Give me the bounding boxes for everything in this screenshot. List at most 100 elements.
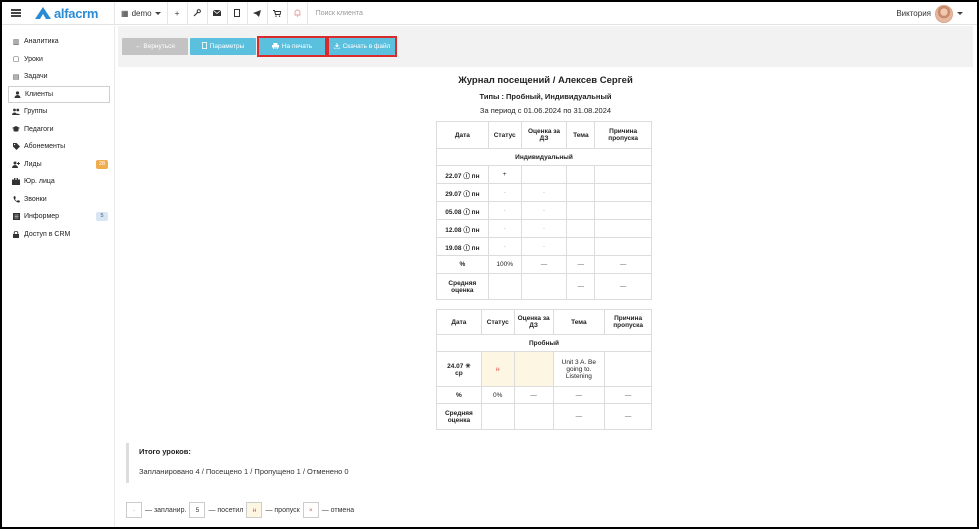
top-bar: alfacrm ▦ demo + Поиск клиента Виктория	[2, 2, 977, 25]
branch-label: demo	[131, 8, 152, 18]
sidebar-item-informer[interactable]: Информер 5	[2, 208, 114, 226]
user-icon	[13, 90, 21, 98]
percent-label: %	[436, 386, 482, 404]
cart-icon[interactable]	[268, 2, 287, 25]
table-row: 29.07 ⓘ пн - -	[436, 183, 652, 202]
calendar-icon: ▢	[12, 56, 20, 64]
sidebar-item-label: Уроки	[24, 55, 43, 63]
table-row: 05.08 ⓘ пн - -	[436, 201, 652, 220]
user-name: Виктория	[896, 9, 931, 18]
summary-title: Итого уроков:	[139, 447, 191, 456]
dash: —	[566, 255, 596, 274]
sidebar-item-subscriptions[interactable]: Абонементы	[2, 138, 114, 156]
back-button[interactable]: ← Вернуться	[122, 38, 188, 55]
legend-cancelled-label: — отмена	[321, 506, 355, 514]
sidebar-item-label: Информер	[24, 213, 60, 221]
branch-selector[interactable]: ▦ demo	[115, 2, 167, 25]
sidebar-item-lessons[interactable]: ▢ Уроки	[2, 51, 114, 69]
col-header-homework: Оценка за ДЗ	[520, 121, 568, 149]
topic-cell	[566, 165, 596, 184]
parameters-button-label: Параметры	[209, 43, 245, 50]
user-menu[interactable]: Виктория	[896, 2, 963, 25]
plus-icon[interactable]: +	[168, 2, 187, 25]
homework-cell: -	[520, 219, 568, 238]
reason-cell	[594, 183, 652, 202]
chevron-down-icon	[154, 11, 161, 15]
sidebar-item-teachers[interactable]: Педагоги	[2, 121, 114, 139]
topic-cell	[566, 219, 596, 238]
lesson-date: 22.07	[445, 172, 462, 180]
percent-value: 0%	[480, 386, 515, 404]
info-icon[interactable]: ⓘ	[463, 227, 470, 234]
envelope-icon[interactable]	[208, 2, 227, 25]
chart-icon: ▥	[12, 38, 20, 46]
sidebar-item-calls[interactable]: Звонки	[2, 191, 114, 209]
search-input[interactable]: Поиск клиента	[308, 2, 363, 25]
percent-row: % 0% — — —	[436, 386, 652, 404]
status-cell[interactable]: -	[487, 201, 522, 220]
menu-icon[interactable]	[2, 2, 30, 25]
sidebar-item-label: Задачи	[24, 73, 48, 81]
report-content: Журнал посещений / Алексев Сергей Типы :…	[118, 67, 973, 527]
sidebar-item-analytics[interactable]: ▥ Аналитика	[2, 33, 114, 51]
info-icon[interactable]: ⓘ	[463, 173, 470, 180]
info-icon[interactable]: ⓘ	[463, 209, 470, 216]
lesson-day: пн	[471, 208, 480, 216]
reason-cell	[594, 201, 652, 220]
sidebar-item-leads[interactable]: Лиды 28	[2, 156, 114, 174]
parameters-button[interactable]: Параметры	[190, 38, 256, 55]
print-button[interactable]: На печать	[259, 38, 325, 55]
sidebar-item-label: Аналитика	[24, 38, 59, 46]
table-row: 22.07 ⓘ пн +	[436, 165, 652, 184]
lock-icon	[12, 230, 20, 238]
logo-text: alfacrm	[54, 5, 99, 21]
document-icon	[201, 42, 207, 51]
sidebar-item-legal-entities[interactable]: Юр. лица	[2, 173, 114, 191]
asterisk-icon[interactable]: ✳	[465, 363, 470, 370]
toolbar: ← Вернуться Параметры На печать Скачать …	[118, 26, 973, 64]
sidebar-item-label: Лиды	[24, 160, 42, 168]
back-button-label: ← Вернуться	[135, 43, 175, 50]
topic-cell	[566, 237, 596, 256]
sidebar-item-crm-access[interactable]: Доступ в CRM	[2, 226, 114, 244]
legend-missed-swatch: н	[246, 502, 263, 518]
status-cell[interactable]: -	[487, 219, 522, 238]
sidebar-item-groups[interactable]: Группы	[2, 103, 114, 121]
info-icon[interactable]: ⓘ	[463, 191, 470, 198]
search-placeholder: Поиск клиента	[315, 9, 363, 17]
report-types: Типы : Пробный, Индивидуальный	[479, 92, 612, 101]
lessons-summary: Итого уроков: Запланировано 4 / Посещено…	[126, 443, 426, 483]
sidebar-item-label: Доступ в CRM	[24, 230, 71, 238]
logo[interactable]: alfacrm	[30, 2, 114, 25]
col-header-topic: Тема	[552, 309, 606, 335]
status-cell[interactable]: -	[487, 237, 522, 256]
dash: —	[513, 386, 554, 404]
attendance-table-individual: Дата Статус Оценка за ДЗ Тема Причина пр…	[436, 121, 652, 300]
lesson-day: пн	[471, 244, 480, 252]
topic-cell	[566, 183, 596, 202]
section-title: Индивидуальный	[436, 148, 652, 166]
status-cell[interactable]: -	[487, 183, 522, 202]
clipboard-icon[interactable]	[228, 2, 247, 25]
dash: —	[604, 386, 652, 404]
reason-cell	[594, 237, 652, 256]
print-button-label: На печать	[281, 43, 313, 50]
legend-visited-swatch: 5	[189, 502, 206, 518]
sidebar-item-tasks[interactable]: ▤ Задачи	[2, 68, 114, 86]
bell-icon[interactable]	[288, 2, 307, 25]
briefcase-icon	[12, 178, 20, 186]
sidebar-item-clients[interactable]: Клиенты	[8, 85, 110, 103]
info-icon[interactable]: ⓘ	[463, 245, 470, 252]
lesson-date: 29.07	[445, 190, 462, 198]
dash: —	[552, 403, 606, 430]
graduation-cap-icon	[12, 125, 20, 133]
status-cell[interactable]: н	[480, 351, 515, 387]
building-icon: ▦	[121, 8, 129, 18]
app-window: alfacrm ▦ demo + Поиск клиента Виктория …	[0, 0, 979, 529]
table-row: 19.08 ⓘ пн - -	[436, 237, 652, 256]
download-button[interactable]: Скачать в файл	[329, 38, 395, 55]
telegram-icon[interactable]	[248, 2, 267, 25]
wrench-icon[interactable]	[188, 2, 207, 25]
legend-visited-label: — посетил	[208, 506, 244, 514]
status-cell[interactable]: +	[487, 165, 522, 184]
